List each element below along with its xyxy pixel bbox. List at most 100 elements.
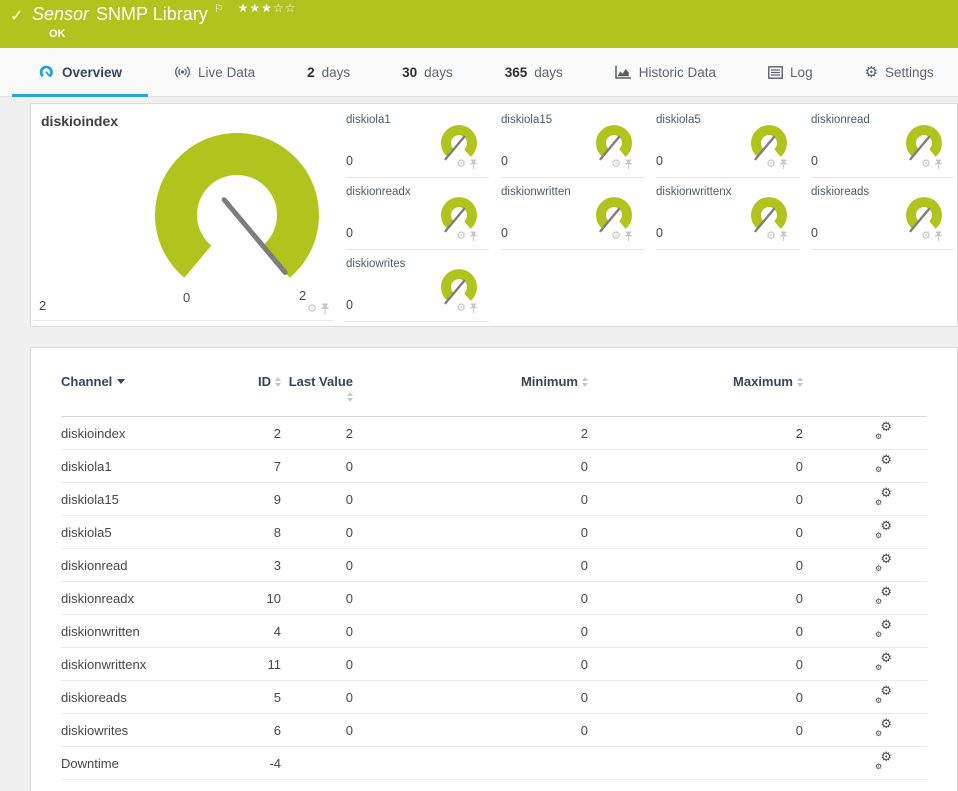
tab-overview[interactable]: Overview [12,48,149,97]
pin-icon[interactable] [624,159,633,170]
small-gear-icon: ⚙ [875,564,883,573]
last-value-cell: 0 [345,623,353,639]
channel-name-cell: diskiola5 [61,524,112,540]
small-gear-icon: ⚙ [875,498,883,507]
sort-icon[interactable] [797,376,803,387]
mini-gauge-cell[interactable]: diskiowrites 0 ⚙ [346,257,489,322]
column-label: Last Value [288,374,353,389]
id-cell: 10 [266,590,281,606]
pin-icon[interactable] [624,231,633,242]
gear-icon: ⚙ [880,650,892,665]
priority-stars[interactable]: ★★★☆☆ [238,1,297,15]
column-label: Minimum [520,374,578,389]
mini-gauge-cell[interactable]: diskioreads 0 ⚙ [811,185,954,250]
table-row: Downtime -4 ⚙ ⚙ [61,747,927,780]
channel-edit-icon[interactable]: ⚙ ⚙ [875,717,892,738]
sort-icon[interactable] [582,376,588,387]
mini-gauge-value: 0 [501,226,508,240]
table-body: diskioindex 2 2 2 2 ⚙ ⚙ diskiola1 7 0 0 … [61,417,927,780]
channel-edit-icon[interactable]: ⚙ ⚙ [875,420,892,441]
tab-live-data[interactable]: Live Data [148,48,281,96]
mini-gauge-cell[interactable]: diskionreadx 0 ⚙ [346,185,489,250]
mini-gauge-label: diskiowrites [346,258,406,270]
tab-30-days[interactable]: 30 days [376,48,479,96]
channel-name-cell: diskionwrittenx [61,656,147,672]
mini-gauge-value: 0 [346,226,353,240]
sort-icon[interactable] [275,376,281,387]
mini-gauge-value: 0 [346,298,353,312]
small-gear-icon: ⚙ [875,762,883,771]
id-cell: 2 [273,425,281,441]
divider [33,320,333,321]
gauge-settings-icon[interactable]: ⚙ [456,303,466,314]
column-header-maximum[interactable]: Maximum [588,374,803,389]
channel-edit-icon[interactable]: ⚙ ⚙ [875,453,892,474]
tab-2-days[interactable]: 2 days [281,48,376,96]
column-header-minimum[interactable]: Minimum [353,374,588,389]
gauge-settings-icon[interactable]: ⚙ [766,231,776,242]
tab-historic-data[interactable]: Historic Data [589,48,742,96]
channel-name-cell: diskioreads [61,689,127,705]
gauge-settings-icon[interactable]: ⚙ [921,159,931,170]
channel-edit-icon[interactable]: ⚙ ⚙ [875,486,892,507]
id-cell: 11 [267,656,282,672]
log-icon [768,65,783,79]
column-header-id[interactable]: ID [211,374,281,389]
sensor-title: SNMP Library [96,4,208,24]
mini-gauge-cell[interactable]: diskiola1 0 ⚙ [346,113,489,178]
channel-name-cell: diskionreadx [61,590,134,606]
last-value-cell: 0 [345,557,353,573]
gauge-scale-max: 2 [299,288,307,303]
sort-active-caret-icon [117,379,126,385]
live-icon [175,66,190,78]
pin-icon[interactable] [934,231,943,242]
gauge-settings-icon[interactable]: ⚙ [307,303,317,315]
channel-edit-icon[interactable]: ⚙ ⚙ [875,552,892,573]
mini-gauge-label: diskionreadx [346,186,411,198]
pin-icon[interactable] [320,303,330,315]
column-label: Maximum [733,374,793,389]
mini-gauge-cell[interactable]: diskionread 0 ⚙ [811,113,954,178]
channel-edit-icon[interactable]: ⚙ ⚙ [875,585,892,606]
small-gear-icon: ⚙ [875,465,883,474]
mini-gauge-cell[interactable]: diskionwrittenx 0 ⚙ [656,185,799,250]
last-value-cell: 0 [345,590,353,606]
gauge-settings-icon[interactable]: ⚙ [611,231,621,242]
channel-edit-icon[interactable]: ⚙ ⚙ [875,684,892,705]
sort-icon[interactable] [347,391,353,402]
main-gauge [155,132,319,278]
main-gauge-cell[interactable]: diskioindex 0 2 2 ⚙ [31,104,346,326]
pin-icon[interactable] [469,303,478,314]
tab-log[interactable]: Log [742,48,839,96]
small-gear-icon: ⚙ [875,531,883,540]
tab-365-days[interactable]: 365 days [479,48,589,96]
minimum-cell: 0 [580,656,588,672]
tab-label: Historic Data [638,64,717,80]
tab-label: Overview [62,64,123,80]
tab-settings[interactable]: ⚙ Settings [839,48,958,96]
tab-number: 365 [504,64,528,80]
mini-gauge-value: 0 [811,154,818,168]
pin-icon[interactable] [779,231,788,242]
channel-edit-icon[interactable]: ⚙ ⚙ [875,519,892,540]
gauge-settings-icon[interactable]: ⚙ [456,159,466,170]
gauge-settings-icon[interactable]: ⚙ [921,231,931,242]
gauge-settings-icon[interactable]: ⚙ [766,159,776,170]
mini-gauge-cell[interactable]: diskiola15 0 ⚙ [501,113,644,178]
column-header-channel[interactable]: Channel [61,374,211,389]
mini-gauge-label: diskiola1 [346,114,391,126]
pin-icon[interactable] [469,159,478,170]
channel-edit-icon[interactable]: ⚙ ⚙ [875,651,892,672]
channel-edit-icon[interactable]: ⚙ ⚙ [875,750,892,771]
channel-edit-icon[interactable]: ⚙ ⚙ [875,618,892,639]
pin-icon[interactable] [469,231,478,242]
pin-icon[interactable] [934,159,943,170]
gauge-settings-icon[interactable]: ⚙ [456,231,466,242]
gauge-settings-icon[interactable]: ⚙ [611,159,621,170]
column-header-last-value[interactable]: Last Value [281,374,353,404]
pin-icon[interactable] [779,159,788,170]
mini-gauge-cell[interactable]: diskiola5 0 ⚙ [656,113,799,178]
flag-icon[interactable]: ⚐ [214,2,224,15]
mini-gauge-cell[interactable]: diskionwritten 0 ⚙ [501,185,644,250]
gear-icon: ⚙ [880,452,892,467]
